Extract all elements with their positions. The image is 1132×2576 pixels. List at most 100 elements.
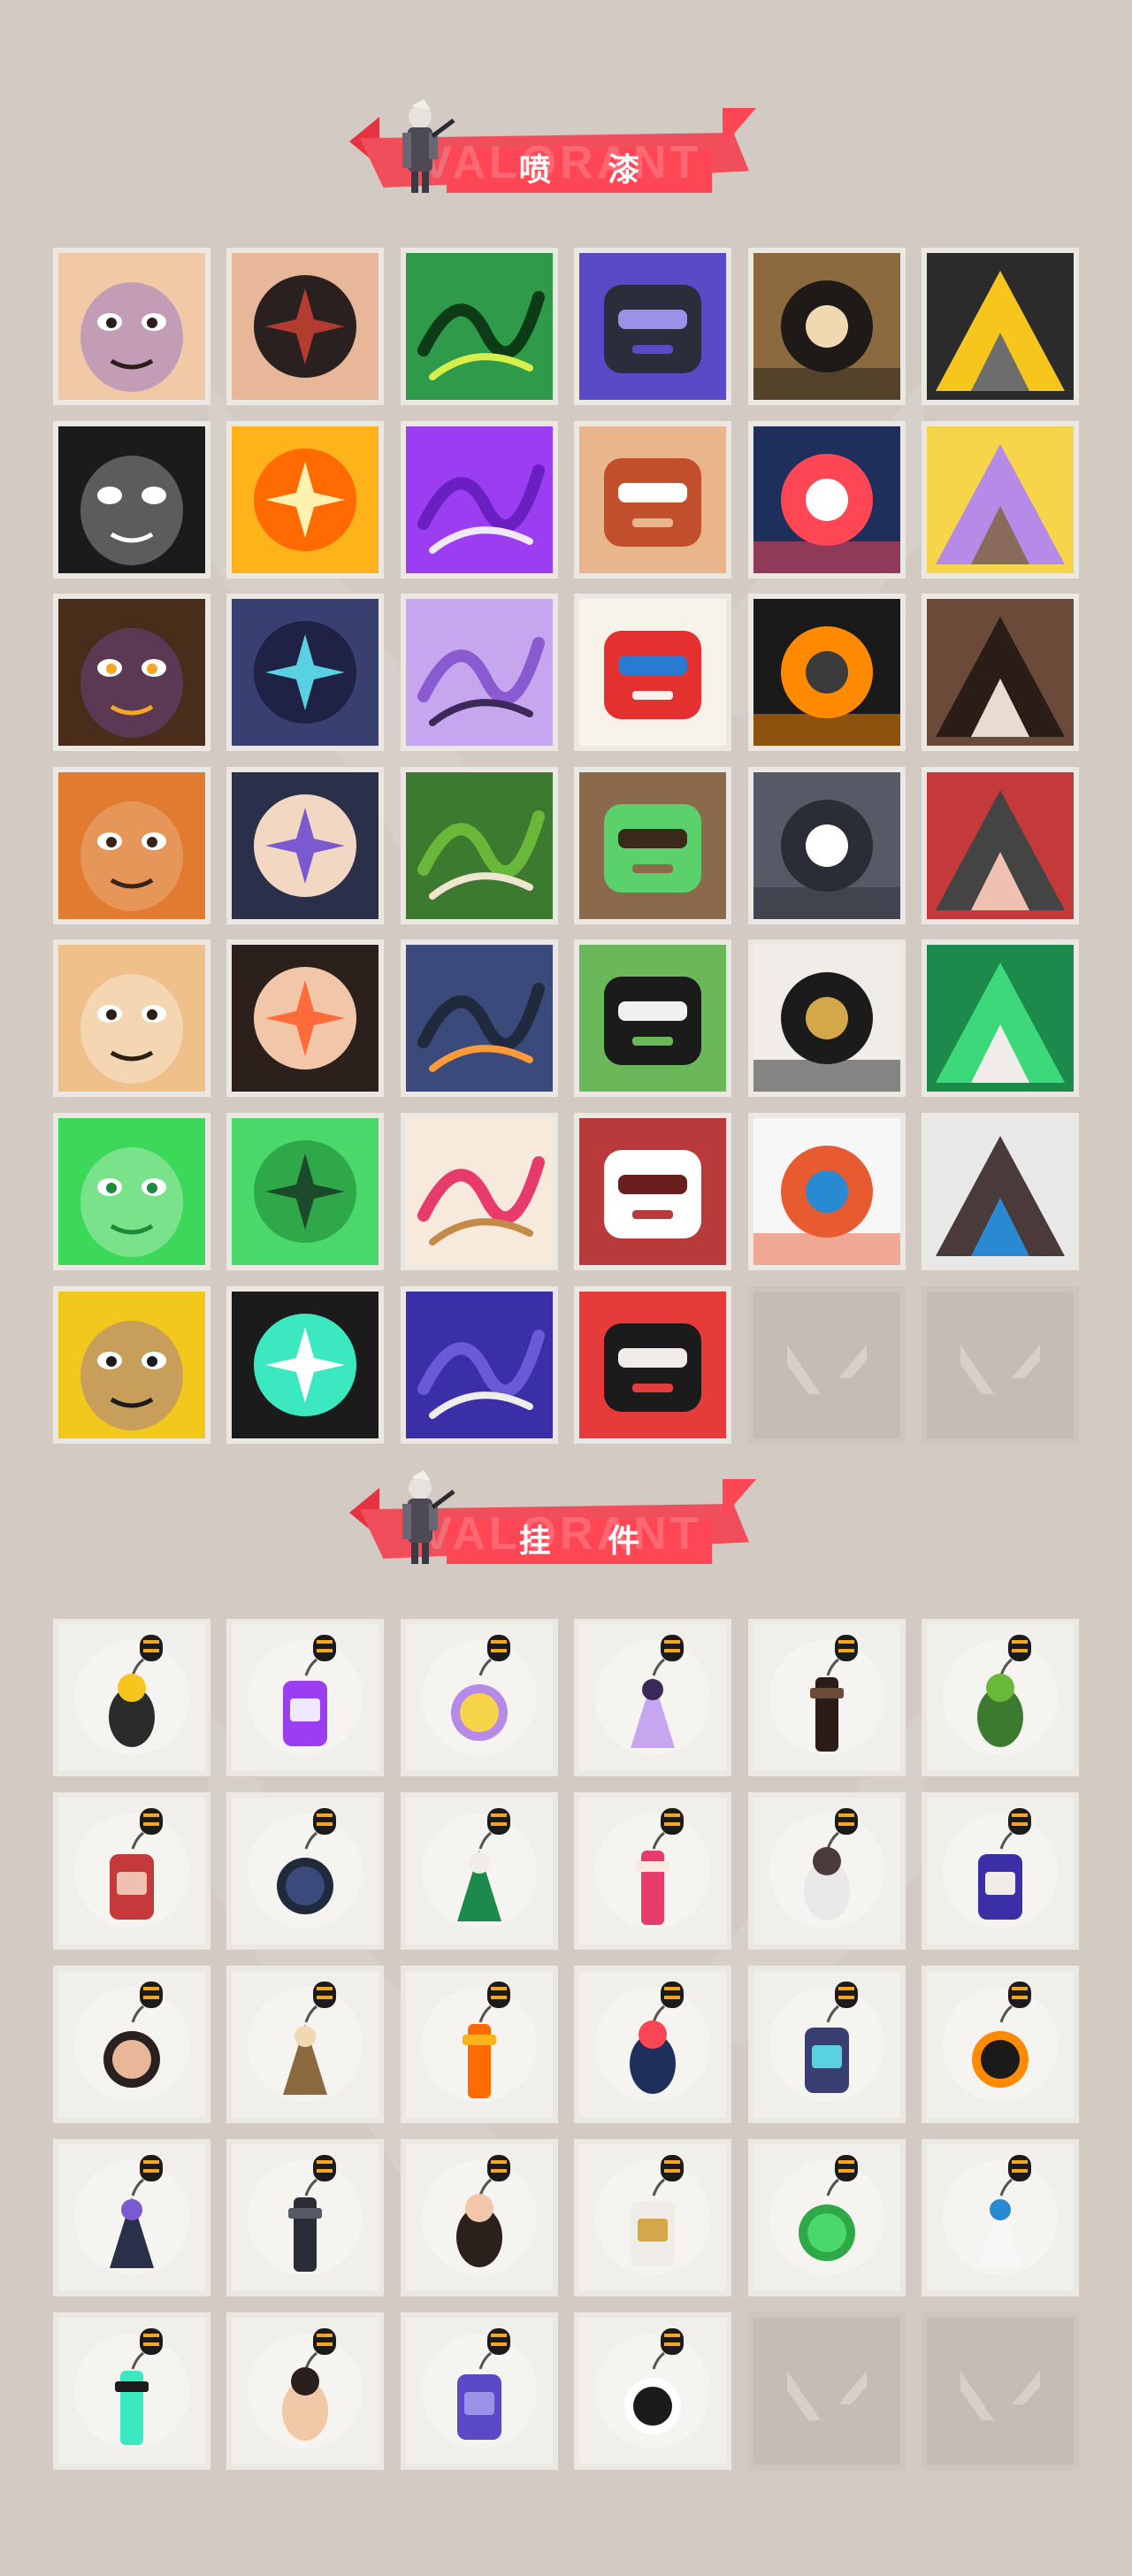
spray-tile[interactable] [747, 939, 906, 1098]
charm-tile[interactable] [400, 2312, 558, 2470]
spray-tile[interactable] [574, 248, 732, 405]
spray-tile[interactable] [921, 594, 1079, 752]
charm-tile[interactable] [400, 1966, 558, 2123]
charm-tile[interactable] [53, 2312, 210, 2470]
charm-tile[interactable] [747, 1966, 906, 2123]
camera-drone-spray-icon [926, 253, 1074, 400]
charm-tile[interactable] [226, 1966, 385, 2123]
spray-tile[interactable] [574, 1112, 732, 1270]
charm-tile[interactable] [400, 2139, 558, 2296]
empty-slot [747, 2312, 906, 2470]
spray-tile[interactable] [400, 1112, 558, 1270]
spray-tile[interactable] [53, 248, 210, 405]
charm-tile[interactable] [400, 1619, 558, 1776]
section-title: 挂 件 [518, 1523, 663, 1560]
spray-tile[interactable] [574, 766, 732, 924]
spray-tile[interactable] [226, 766, 385, 924]
spray-tile[interactable] [226, 594, 385, 752]
anime-boy-spray-icon [232, 771, 379, 919]
charm-tile[interactable] [574, 1619, 732, 1776]
orange-pepper-charm-icon [277, 1808, 337, 1914]
spray-tile[interactable] [921, 766, 1079, 924]
gray-cat-charm-icon [456, 2328, 510, 2440]
charm-tile[interactable] [400, 1792, 558, 1950]
spray-tile[interactable] [400, 939, 558, 1098]
spray-tile[interactable] [747, 248, 906, 405]
pistol-masked-agent-spray-icon [58, 1291, 205, 1438]
tiger-face-spray-icon [58, 945, 205, 1092]
charm-tile[interactable] [574, 1792, 732, 1950]
spray-tile[interactable] [921, 939, 1079, 1098]
charm-tile[interactable] [921, 2139, 1079, 2296]
spray-tile[interactable] [226, 939, 385, 1098]
spray-tile[interactable] [53, 766, 210, 924]
spray-tile[interactable] [921, 420, 1079, 579]
charm-tile[interactable] [226, 1619, 385, 1776]
radio-charm-icon [455, 2155, 510, 2267]
charm-tile[interactable] [53, 1619, 210, 1776]
charm-tile[interactable] [53, 1792, 210, 1950]
spiked-club-charm-icon [110, 1808, 163, 1920]
spray-tile[interactable] [53, 1285, 210, 1444]
charms-grid [53, 1619, 1079, 2470]
ep9-purple-medal-charm-icon [631, 2155, 685, 2266]
teddy-bear-charm-icon [977, 1808, 1031, 1920]
spray-tile[interactable] [226, 248, 385, 405]
green-robot-helmet-spray-icon [405, 253, 553, 400]
spray-tile[interactable] [400, 420, 558, 579]
agent-portrait-icon [402, 1470, 455, 1564]
spray-tile[interactable] [747, 1112, 906, 1270]
purple-ghost-face-spray-icon [405, 599, 553, 747]
spray-tile[interactable] [400, 594, 558, 752]
pixel-heart-charm-icon [798, 2155, 858, 2261]
cupcake-charm-icon [636, 1808, 685, 1925]
spray-tile[interactable] [226, 1112, 385, 1270]
spray-tile[interactable] [226, 420, 385, 579]
charm-tile[interactable] [921, 1792, 1079, 1950]
spray-tile[interactable] [400, 1285, 558, 1444]
goggles-cat-spray-icon [579, 426, 727, 573]
purple-drip-graffiti-spray-icon [405, 1291, 553, 1438]
spray-tile[interactable] [53, 1112, 210, 1270]
heart-hands-spray-icon [405, 1117, 553, 1265]
charm-tile[interactable] [574, 1966, 732, 2123]
charm-tile[interactable] [574, 2139, 732, 2296]
spray-tile[interactable] [53, 594, 210, 752]
spray-tile[interactable] [226, 1285, 385, 1444]
green-snake-spray-icon [58, 1117, 205, 1265]
spray-tile[interactable] [574, 1285, 732, 1444]
valorant-placeholder-icon [786, 2371, 867, 2420]
penguin-beanie-spray-icon [753, 253, 900, 400]
spray-tile[interactable] [400, 248, 558, 405]
crying-seal-spray-icon [753, 771, 900, 919]
spray-tile[interactable] [747, 766, 906, 924]
charm-tile[interactable] [53, 1966, 210, 2123]
spray-tile[interactable] [747, 594, 906, 752]
charm-tile[interactable] [747, 1792, 906, 1950]
charm-tile[interactable] [747, 1619, 906, 1776]
charm-tile[interactable] [574, 2312, 732, 2470]
charm-tile[interactable] [226, 1792, 385, 1950]
spray-tile[interactable] [574, 420, 732, 579]
spray-tile[interactable] [921, 1112, 1079, 1270]
spray-tile[interactable] [400, 766, 558, 924]
charm-tile[interactable] [53, 2139, 210, 2296]
spray-tile[interactable] [53, 420, 210, 579]
sprays-grid [53, 248, 1079, 1444]
charm-tile[interactable] [226, 2312, 385, 2470]
toaster-charm-icon [450, 1635, 510, 1741]
spray-tile[interactable] [574, 594, 732, 752]
spray-tile[interactable] [53, 939, 210, 1098]
charm-tile[interactable] [921, 1966, 1079, 2123]
charm-tile[interactable] [921, 1619, 1079, 1776]
drone-bot-charm-icon [283, 1635, 337, 1746]
spray-tile[interactable] [574, 939, 732, 1098]
bacon-strip-spray-icon [926, 771, 1074, 919]
spray-tile[interactable] [747, 420, 906, 579]
spray-tile[interactable] [921, 248, 1079, 405]
clown-face-spray-icon [579, 599, 727, 747]
viper-green-text-spray-icon [926, 945, 1074, 1092]
valorant-placeholder-icon [960, 2371, 1040, 2420]
charm-tile[interactable] [226, 2139, 385, 2296]
charm-tile[interactable] [747, 2139, 906, 2296]
